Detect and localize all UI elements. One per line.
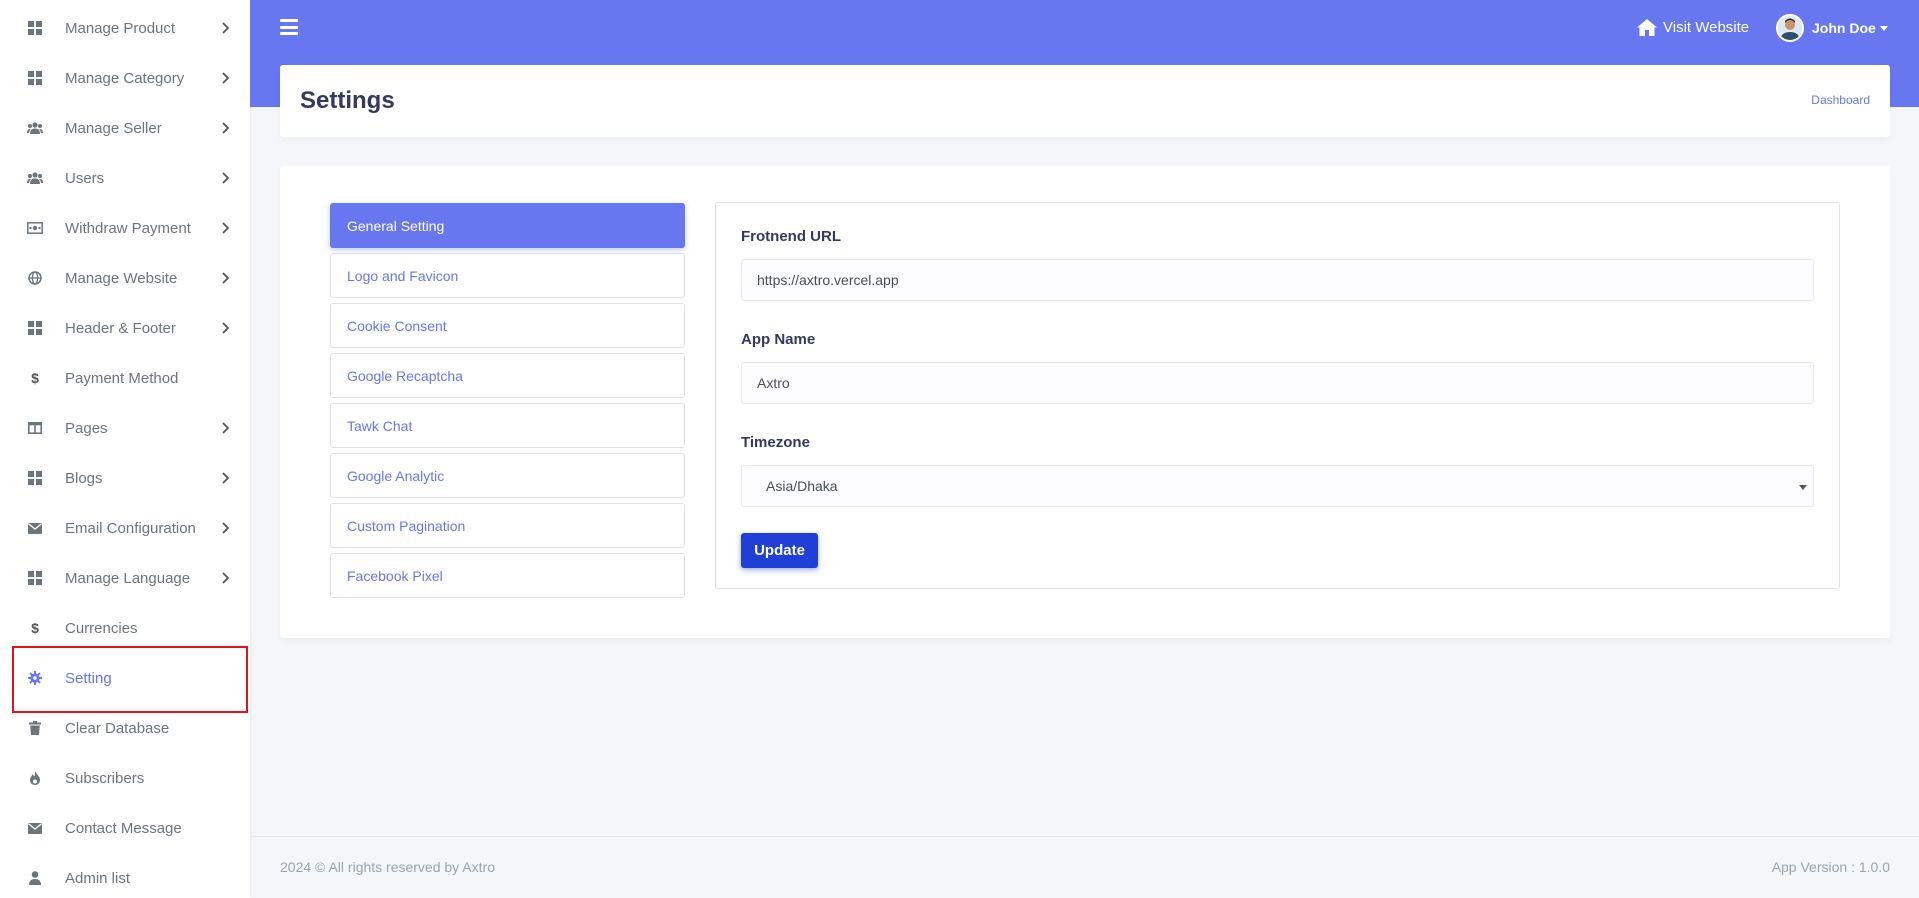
user-name: John Doe: [1812, 20, 1876, 36]
timezone-label: Timezone: [741, 434, 810, 451]
chevron-right-icon: [222, 70, 232, 86]
grid-icon: [27, 570, 43, 586]
page-title: Settings: [300, 87, 395, 114]
visit-website-link[interactable]: Visit Website: [1637, 17, 1749, 37]
timezone-value: Asia/Dhaka: [766, 478, 838, 494]
avatar: [1776, 14, 1804, 42]
chevron-right-icon: [222, 220, 232, 236]
tab-google-analytic[interactable]: Google Analytic: [330, 453, 685, 498]
sidebar-item-label: Email Configuration: [65, 519, 196, 537]
tab-general-setting[interactable]: General Setting: [330, 203, 685, 248]
sidebar-item-label: Contact Message: [65, 819, 182, 837]
caret-down-icon: [1799, 485, 1807, 490]
dollar-icon: $: [31, 620, 39, 636]
sidebar-item-subscribers[interactable]: Subscribers: [0, 753, 250, 803]
chevron-right-icon: [222, 420, 232, 436]
sidebar-item-manage-seller[interactable]: Manage Seller: [0, 103, 250, 153]
sidebar-item-label: Admin list: [65, 869, 131, 887]
footer-divider: [250, 836, 1919, 837]
sidebar-item-manage-language[interactable]: Manage Language: [0, 553, 250, 603]
sidebar-item-payment-method[interactable]: $ Payment Method: [0, 353, 250, 403]
envelope-icon: [27, 820, 43, 836]
sidebar-item-admin-list[interactable]: Admin list: [0, 853, 250, 898]
trash-icon: [27, 720, 43, 736]
envelope-icon: [27, 520, 43, 536]
sidebar-item-label: Manage Product: [65, 19, 176, 37]
sidebar-item-contact-message[interactable]: Contact Message: [0, 803, 250, 853]
frontend-url-input[interactable]: https://axtro.vercel.app: [741, 259, 1814, 301]
breadcrumb-dashboard[interactable]: Dashboard: [1811, 93, 1870, 107]
timezone-select[interactable]: Asia/Dhaka: [741, 465, 1814, 507]
sidebar-item-setting[interactable]: Setting: [0, 653, 250, 703]
chevron-right-icon: [222, 170, 232, 186]
sidebar-item-label: Manage Website: [65, 269, 178, 287]
sidebar-item-label: Header & Footer: [65, 319, 176, 337]
tab-tawk-chat[interactable]: Tawk Chat: [330, 403, 685, 448]
user-menu[interactable]: John Doe: [1776, 14, 1888, 42]
tab-facebook-pixel[interactable]: Facebook Pixel: [330, 553, 685, 598]
sidebar-item-header-footer[interactable]: Header & Footer: [0, 303, 250, 353]
tab-cookie-consent[interactable]: Cookie Consent: [330, 303, 685, 348]
tab-custom-pagination[interactable]: Custom Pagination: [330, 503, 685, 548]
home-icon: [1637, 18, 1657, 36]
tab-logo-and-favicon[interactable]: Logo and Favicon: [330, 253, 685, 298]
chevron-right-icon: [222, 270, 232, 286]
sidebar-item-label: Currencies: [65, 619, 138, 637]
footer-version: App Version : 1.0.0: [1771, 859, 1890, 875]
users-icon: [27, 120, 43, 136]
page-header: Settings Dashboard: [280, 65, 1890, 137]
chevron-right-icon: [222, 320, 232, 336]
sidebar-item-email-configuration[interactable]: Email Configuration: [0, 503, 250, 553]
sidebar-item-withdraw-payment[interactable]: Withdraw Payment: [0, 203, 250, 253]
globe-icon: [27, 270, 43, 286]
sidebar-item-label: Manage Language: [65, 569, 191, 587]
chevron-right-icon: [222, 120, 232, 136]
sidebar-item-clear-database[interactable]: Clear Database: [0, 703, 250, 753]
money-card-icon: [27, 220, 43, 236]
sidebar-item-manage-website[interactable]: Manage Website: [0, 253, 250, 303]
grid-icon: [27, 320, 43, 336]
sidebar-item-label: Subscribers: [65, 769, 145, 787]
caret-down-icon: [1879, 25, 1888, 31]
sidebar-item-manage-category[interactable]: Manage Category: [0, 53, 250, 103]
sidebar-item-label: Clear Database: [65, 719, 170, 737]
grid-icon: [27, 470, 43, 486]
hamburger-icon[interactable]: [280, 18, 298, 36]
visit-website-label: Visit Website: [1663, 18, 1750, 36]
sidebar-item-label: Setting: [65, 669, 112, 687]
frontend-url-label: Frotnend URL: [741, 228, 841, 245]
sidebar-item-pages[interactable]: Pages: [0, 403, 250, 453]
sidebar-item-manage-product[interactable]: Manage Product: [0, 3, 250, 53]
user-icon: [27, 870, 43, 886]
users-icon: [27, 170, 43, 186]
columns-icon: [27, 420, 43, 436]
tab-google-recaptcha[interactable]: Google Recaptcha: [330, 353, 685, 398]
sidebar-item-label: Pages: [65, 419, 108, 437]
sidebar-item-label: Blogs: [65, 469, 103, 487]
update-button[interactable]: Update: [741, 533, 818, 568]
sidebar: Manage Product Manage Category Manage Se…: [0, 0, 250, 898]
sidebar-item-label: Manage Seller: [65, 119, 162, 137]
app-name-input[interactable]: Axtro: [741, 362, 1814, 404]
fire-icon: [27, 770, 43, 786]
dollar-icon: $: [31, 370, 39, 386]
footer-copyright: 2024 © All rights reserved by Axtro: [280, 859, 495, 875]
sidebar-item-label: Payment Method: [65, 369, 179, 387]
chevron-right-icon: [222, 20, 232, 36]
sidebar-item-label: Manage Category: [65, 69, 185, 87]
gear-icon: [27, 670, 43, 686]
chevron-right-icon: [222, 570, 232, 586]
chevron-right-icon: [222, 520, 232, 536]
sidebar-item-blogs[interactable]: Blogs: [0, 453, 250, 503]
grid-icon: [27, 20, 43, 36]
app-name-label: App Name: [741, 331, 816, 348]
grid-icon: [27, 70, 43, 86]
sidebar-item-label: Withdraw Payment: [65, 219, 191, 237]
sidebar-item-label: Users: [65, 169, 105, 187]
sidebar-item-users[interactable]: Users: [0, 153, 250, 203]
sidebar-item-currencies[interactable]: $ Currencies: [0, 603, 250, 653]
chevron-right-icon: [222, 470, 232, 486]
